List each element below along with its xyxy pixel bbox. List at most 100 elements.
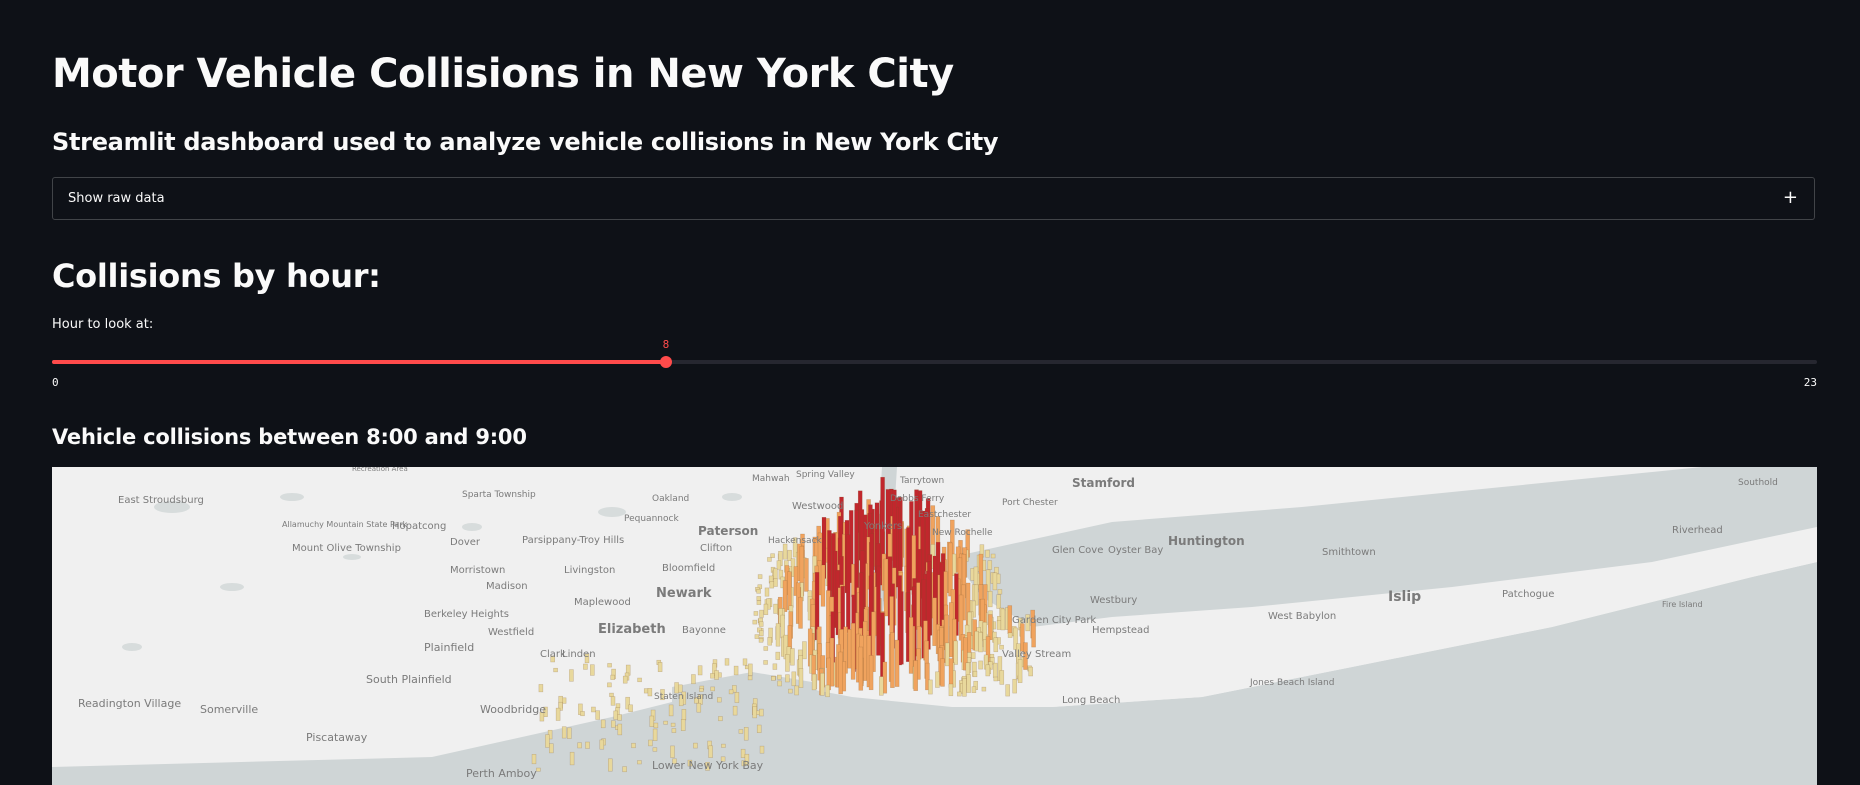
collision-bar[interactable]	[724, 658, 730, 666]
collision-bar[interactable]	[670, 722, 676, 727]
collision-bar[interactable]	[628, 704, 633, 712]
collision-bar[interactable]	[780, 614, 785, 639]
collision-bar[interactable]	[769, 581, 775, 589]
collision-bar[interactable]	[710, 673, 715, 679]
collision-bar[interactable]	[631, 742, 636, 749]
collision-bar[interactable]	[754, 634, 760, 639]
collision-bar[interactable]	[758, 621, 764, 627]
collision-bar[interactable]	[993, 637, 999, 653]
collision-bar[interactable]	[868, 655, 874, 691]
collision-bar[interactable]	[1012, 678, 1017, 694]
collision-bar[interactable]	[622, 675, 628, 684]
collision-bar[interactable]	[583, 663, 588, 670]
collision-bar[interactable]	[748, 663, 753, 676]
collision-bar[interactable]	[728, 689, 734, 695]
collision-bar[interactable]	[782, 543, 788, 560]
collision-bar[interactable]	[846, 534, 851, 633]
collision-bar[interactable]	[756, 600, 762, 605]
collision-bar[interactable]	[671, 728, 677, 733]
collision-bar[interactable]	[759, 630, 764, 637]
collision-bar[interactable]	[663, 720, 668, 725]
collision-bar[interactable]	[890, 632, 895, 688]
collision-bar[interactable]	[1000, 608, 1006, 631]
collision-bar[interactable]	[773, 568, 778, 581]
collision-bar[interactable]	[757, 574, 763, 579]
collision-bar[interactable]	[607, 682, 612, 688]
collision-bar[interactable]	[610, 696, 616, 706]
collision-bar[interactable]	[591, 706, 596, 713]
collision-bar[interactable]	[670, 745, 675, 758]
collision-bar[interactable]	[798, 596, 803, 629]
collision-bar[interactable]	[585, 741, 590, 749]
collision-bar[interactable]	[987, 560, 993, 570]
collision-bar[interactable]	[953, 640, 958, 665]
collision-bar[interactable]	[775, 651, 781, 660]
collision-bar[interactable]	[742, 658, 748, 666]
collision-bar[interactable]	[771, 676, 776, 681]
collision-bar[interactable]	[876, 565, 881, 656]
collision-bar[interactable]	[763, 603, 769, 615]
collision-bar[interactable]	[974, 630, 979, 652]
slider-thumb[interactable]	[659, 356, 672, 368]
collision-bar[interactable]	[615, 703, 621, 709]
collision-map[interactable]: Stamford Paterson Newark Elizabeth Huntingto…	[52, 467, 1817, 785]
collision-bar[interactable]	[756, 724, 762, 733]
collision-bar[interactable]	[962, 678, 967, 697]
collision-bar[interactable]	[545, 734, 550, 748]
collision-bar[interactable]	[1017, 659, 1023, 683]
collision-bar[interactable]	[617, 723, 623, 736]
collision-bar[interactable]	[940, 658, 945, 687]
collision-bar[interactable]	[538, 684, 544, 693]
collision-bar[interactable]	[710, 686, 715, 692]
collision-bar[interactable]	[608, 758, 613, 772]
collision-bar[interactable]	[777, 674, 782, 680]
collision-bar[interactable]	[752, 706, 757, 719]
collision-bar[interactable]	[714, 670, 719, 680]
collision-bar[interactable]	[971, 686, 977, 693]
collision-bar[interactable]	[590, 664, 595, 676]
collision-bar[interactable]	[970, 652, 976, 659]
collision-bar[interactable]	[607, 663, 612, 668]
collision-bar[interactable]	[804, 558, 809, 592]
collision-bar[interactable]	[770, 553, 775, 558]
collision-bar[interactable]	[759, 745, 765, 754]
collision-bar[interactable]	[802, 641, 807, 660]
collision-bar[interactable]	[637, 760, 642, 765]
collision-bar[interactable]	[948, 683, 954, 697]
collision-bar[interactable]	[617, 714, 622, 721]
collision-bar[interactable]	[992, 572, 998, 591]
collision-bar[interactable]	[648, 739, 653, 747]
collision-bar[interactable]	[764, 587, 770, 597]
collision-bar[interactable]	[894, 639, 900, 687]
collision-bar[interactable]	[696, 702, 702, 713]
collision-bar[interactable]	[958, 594, 964, 641]
collision-bar[interactable]	[978, 632, 983, 653]
collision-bar[interactable]	[691, 674, 696, 685]
collision-bar[interactable]	[657, 662, 663, 672]
collision-bar[interactable]	[957, 691, 962, 697]
collision-bar[interactable]	[999, 670, 1005, 685]
collision-bar[interactable]	[772, 663, 778, 670]
collision-bar[interactable]	[569, 669, 574, 682]
collision-bar[interactable]	[993, 676, 999, 682]
collision-bar[interactable]	[580, 711, 585, 717]
collision-bar[interactable]	[561, 726, 567, 739]
collision-bar[interactable]	[733, 665, 739, 676]
collision-bar[interactable]	[531, 754, 537, 765]
collision-bar[interactable]	[681, 709, 687, 721]
collision-bar[interactable]	[717, 697, 722, 703]
collision-bar[interactable]	[743, 727, 749, 741]
collision-bar[interactable]	[997, 589, 1003, 595]
collision-bar[interactable]	[820, 672, 825, 696]
collision-bar[interactable]	[935, 671, 940, 688]
collision-bar[interactable]	[611, 720, 616, 728]
collision-bar[interactable]	[740, 748, 746, 758]
collision-bar[interactable]	[996, 620, 1002, 630]
collision-bar[interactable]	[767, 637, 772, 646]
collision-bar[interactable]	[773, 603, 778, 614]
collision-bar[interactable]	[1007, 632, 1013, 638]
collision-bar[interactable]	[988, 614, 993, 641]
collision-bar[interactable]	[643, 688, 649, 694]
collision-bar[interactable]	[773, 578, 778, 587]
collision-bar[interactable]	[752, 619, 758, 625]
